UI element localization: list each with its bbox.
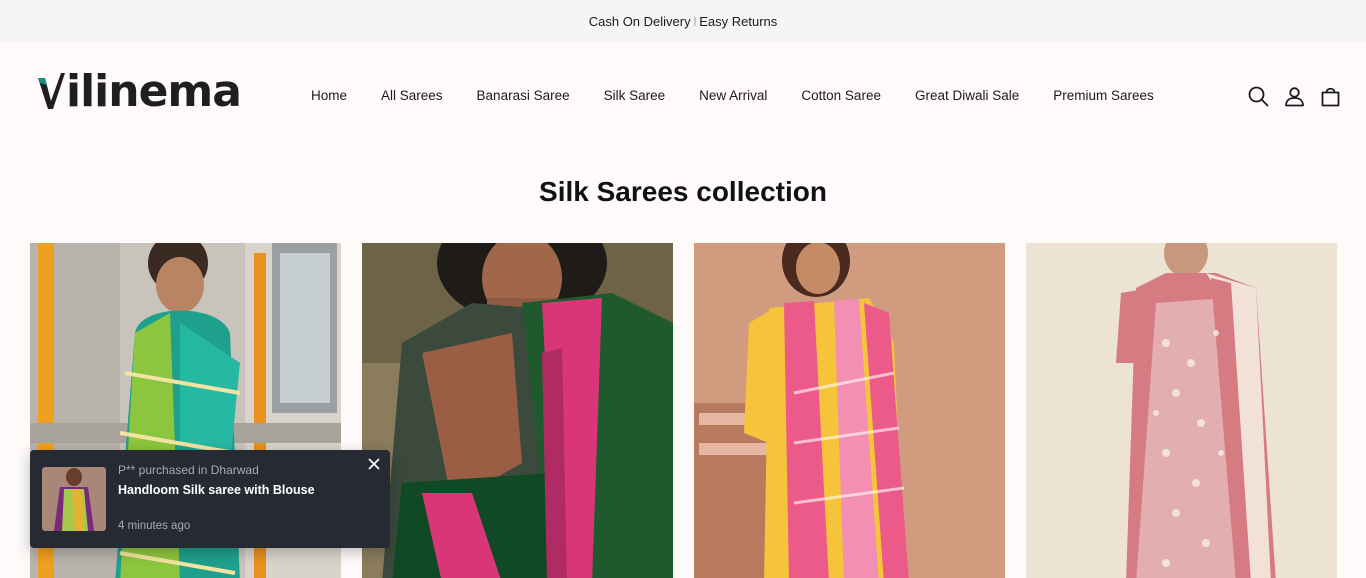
notification-time: 4 minutes ago xyxy=(118,520,191,532)
brand-name: ilinema xyxy=(66,66,242,117)
product-card[interactable] xyxy=(1026,243,1337,578)
pink-yellow-striped-saree-image xyxy=(694,243,1005,578)
nav-premium-sarees[interactable]: Premium Sarees xyxy=(1036,88,1171,103)
brand-logo[interactable]: ilinema xyxy=(36,66,242,117)
nav-great-diwali-sale[interactable]: Great Diwali Sale xyxy=(898,88,1036,103)
pink-embroidered-saree-image xyxy=(1026,243,1337,578)
nav-banarasi-saree[interactable]: Banarasi Saree xyxy=(460,88,587,103)
search-icon[interactable] xyxy=(1246,84,1270,108)
cart-icon[interactable] xyxy=(1318,84,1342,108)
close-icon[interactable] xyxy=(366,456,382,472)
nav-home[interactable]: Home xyxy=(294,88,364,103)
site-header: ilinema Home All Sarees Banarasi Saree S… xyxy=(0,42,1366,147)
announcement-returns: Easy Returns xyxy=(699,13,778,29)
notification-meta: P** purchased in Dharwad xyxy=(118,463,259,477)
collection-title: Silk Sarees collection xyxy=(539,176,827,207)
nav-silk-saree[interactable]: Silk Saree xyxy=(587,88,683,103)
bottle-green-pink-silk-saree-image xyxy=(362,243,673,578)
nav-new-arrival[interactable]: New Arrival xyxy=(682,88,784,103)
v-logo-icon xyxy=(38,72,65,109)
announcement-bar: Cash On Delivery | Easy Returns xyxy=(0,0,1366,42)
product-card[interactable] xyxy=(362,243,673,578)
nav-cotton-saree[interactable]: Cotton Saree xyxy=(784,88,898,103)
announcement-cod: Cash On Delivery xyxy=(588,13,691,29)
account-icon[interactable] xyxy=(1282,84,1306,108)
purchase-notification[interactable]: P** purchased in Dharwad Handloom Silk s… xyxy=(30,450,390,548)
main-nav: Home All Sarees Banarasi Saree Silk Sare… xyxy=(294,88,1171,103)
product-card[interactable] xyxy=(694,243,1005,578)
nav-all-sarees[interactable]: All Sarees xyxy=(364,88,460,103)
header-actions xyxy=(1246,84,1342,108)
notification-product-name[interactable]: Handloom Silk saree with Blouse xyxy=(118,483,315,497)
announcement-separator: | xyxy=(693,15,697,27)
notification-product-thumbnail xyxy=(42,467,106,531)
